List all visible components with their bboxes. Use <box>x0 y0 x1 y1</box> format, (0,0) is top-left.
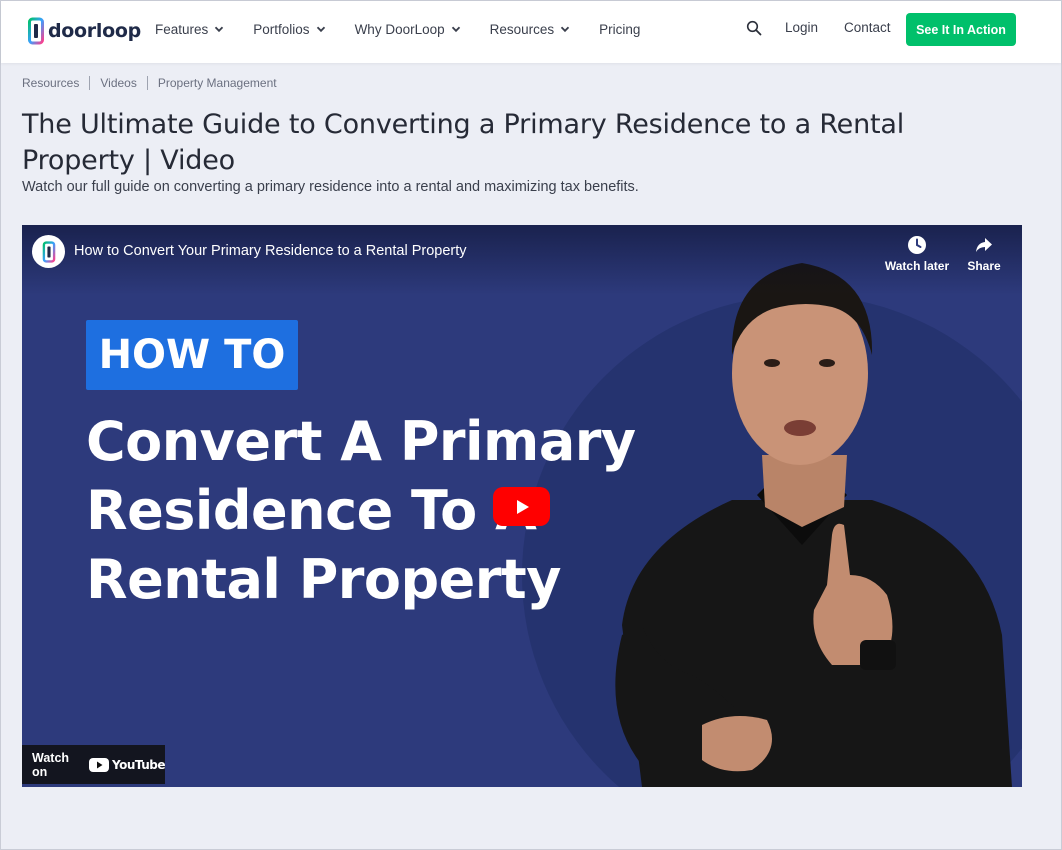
nav-why-doorloop[interactable]: Why DoorLoop <box>355 22 461 37</box>
nav-label: Features <box>155 21 209 37</box>
page-title: The Ultimate Guide to Converting a Prima… <box>22 109 905 176</box>
chevron-down-icon <box>560 26 570 33</box>
share-button[interactable]: Share <box>962 235 1006 273</box>
video-title[interactable]: How to Convert Your Primary Residence to… <box>74 243 467 259</box>
youtube-logo: YouTube <box>88 757 166 772</box>
doorloop-logo-icon <box>28 17 44 45</box>
chevron-down-icon <box>451 26 460 33</box>
breadcrumb-divider <box>146 76 148 90</box>
nav-label: Resources <box>489 21 555 37</box>
play-icon <box>516 499 529 514</box>
nav-label: Pricing <box>599 21 641 37</box>
breadcrumb-divider <box>89 76 91 90</box>
video-top-overlay <box>22 225 1022 295</box>
nav-portfolios[interactable]: Portfolios <box>253 22 325 37</box>
breadcrumb-videos[interactable]: Videos <box>100 76 136 90</box>
page-subtitle: Watch our full guide on converting a pri… <box>22 179 639 195</box>
watch-later-label: Watch later <box>884 259 950 273</box>
site-header: doorloop Features Portfolios Why DoorLoo… <box>1 1 1061 63</box>
channel-avatar[interactable] <box>32 235 65 268</box>
contact-link[interactable]: Contact <box>844 20 891 35</box>
search-icon[interactable] <box>746 20 762 36</box>
see-it-in-action-button[interactable]: See It In Action <box>906 13 1016 46</box>
youtube-icon <box>88 757 109 772</box>
video-player[interactable]: HOW TO Convert A Primary Residence To A … <box>22 225 1022 787</box>
watch-later-button[interactable]: Watch later <box>884 235 950 273</box>
chevron-down-icon <box>316 26 325 33</box>
clock-icon <box>908 236 926 254</box>
nav-resources[interactable]: Resources <box>490 22 571 37</box>
share-icon <box>976 238 992 252</box>
nav-label: Why DoorLoop <box>354 21 445 37</box>
chevron-down-icon <box>215 26 224 33</box>
share-label: Share <box>967 259 1001 273</box>
presenter-image <box>615 263 1012 787</box>
youtube-wordmark: YouTube <box>111 757 166 772</box>
nav-pricing[interactable]: Pricing <box>599 22 640 37</box>
breadcrumb: Resources Videos Property Management <box>22 76 277 90</box>
nav-features[interactable]: Features <box>155 22 224 37</box>
doorloop-logo-icon <box>42 240 55 263</box>
how-to-badge: HOW TO <box>86 320 298 390</box>
nav-label: Portfolios <box>253 21 310 37</box>
main-nav: Features Portfolios Why DoorLoop Resourc… <box>155 19 669 39</box>
login-link[interactable]: Login <box>785 20 818 35</box>
play-button[interactable] <box>493 487 550 526</box>
brand-logo[interactable]: doorloop <box>28 16 141 46</box>
breadcrumb-resources[interactable]: Resources <box>22 76 79 90</box>
watch-on-youtube-button[interactable]: Watch on YouTube <box>22 745 166 784</box>
breadcrumb-property-management[interactable]: Property Management <box>158 76 277 90</box>
brand-name: doorloop <box>48 20 141 42</box>
watch-on-label: Watch on <box>32 750 70 779</box>
